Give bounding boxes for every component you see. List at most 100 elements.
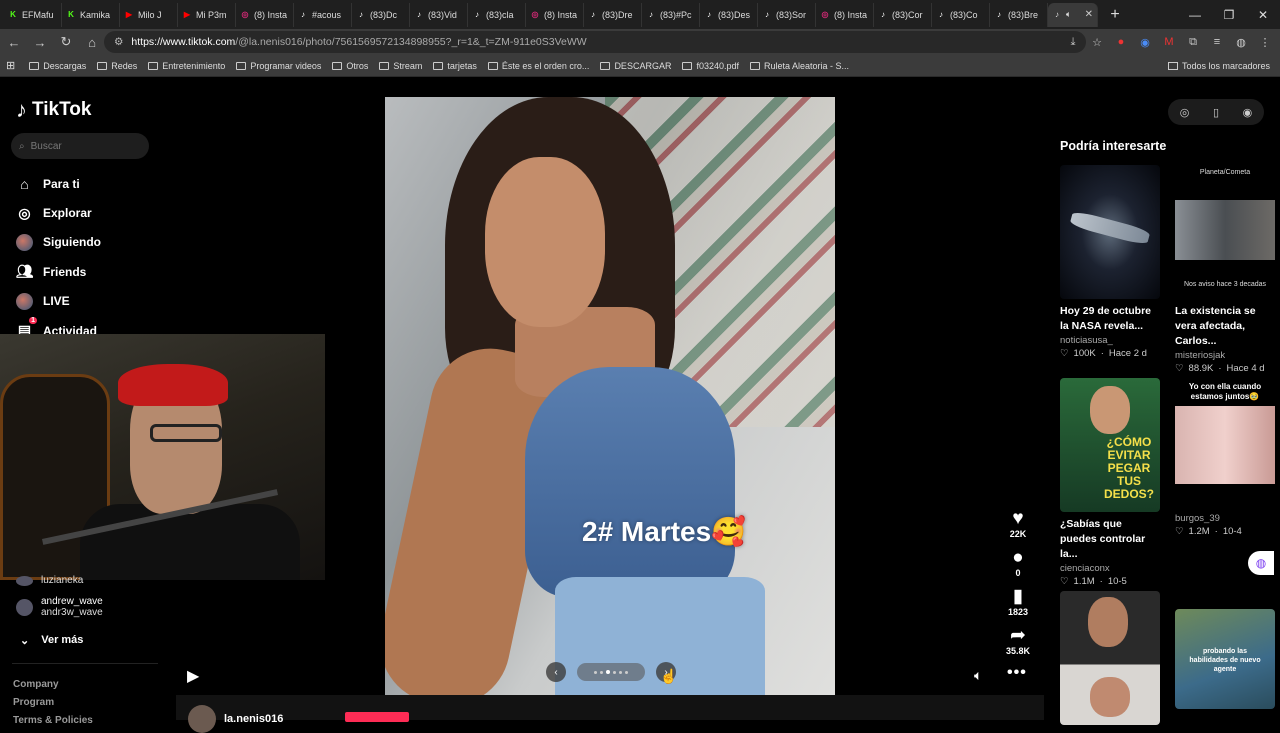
device-icon[interactable]: ▯ <box>1213 106 1219 119</box>
following-item[interactable]: andrew_wave andr3w_wave <box>16 596 103 618</box>
bookmark-item[interactable]: Descargas <box>29 61 86 71</box>
browser-tab[interactable]: ♪ #acous <box>294 2 352 27</box>
site-info-icon[interactable]: ⚙ <box>114 36 123 48</box>
browser-tab[interactable]: ♪ (83)Dc <box>352 2 410 27</box>
home-browser-icon[interactable]: ⌂ <box>80 30 104 54</box>
following-item[interactable]: luzianeka <box>16 575 103 586</box>
bookmark-item[interactable]: Entretenimiento <box>148 61 225 71</box>
apps-icon[interactable]: ⊞ <box>6 59 15 72</box>
carousel-dot[interactable] <box>619 670 622 674</box>
extension-m-icon[interactable]: M <box>1160 33 1178 51</box>
browser-tab[interactable]: ♪ (83)Dre <box>584 2 642 27</box>
browser-tab[interactable]: ♪ (83)Co <box>932 2 990 27</box>
volume-icon[interactable]: 🔈︎ <box>974 667 982 684</box>
profile-icon[interactable]: ◍ <box>1232 33 1250 51</box>
recommended-card[interactable]: ¿CÓMO EVITAR PEGAR TUS DEDOS? ¿Sabías qu… <box>1060 378 1160 587</box>
coin-icon[interactable]: ◎ <box>1180 106 1190 119</box>
carousel-dot[interactable] <box>606 670 610 674</box>
forward-icon[interactable]: → <box>28 30 52 54</box>
bookmark-item[interactable]: f03240.pdf <box>682 61 739 71</box>
close-tab-icon[interactable]: ✕ <box>1085 9 1093 20</box>
sidebar-item-para-ti[interactable]: ⌂ Para ti <box>16 169 101 198</box>
browser-tab[interactable]: ♪ (83)cla <box>468 2 526 27</box>
sidebar-item-siguiendo[interactable]: Siguiendo <box>16 228 101 257</box>
carousel-dot[interactable] <box>594 670 597 674</box>
carousel-dot[interactable] <box>625 670 628 674</box>
all-bookmarks[interactable]: Todos los marcadores <box>1167 55 1270 77</box>
sidebar-item-friends[interactable]: 👥︎ Friends <box>16 257 101 286</box>
bookmark-item[interactable]: tarjetas <box>433 61 477 71</box>
recommended-card[interactable]: Yo con ella cuando estamos juntos🥹 burgo… <box>1175 378 1275 537</box>
sidebar-item-live[interactable]: LIVE <box>16 287 101 316</box>
bookmark-item[interactable]: Éste es el orden cro... <box>487 61 589 71</box>
bookmark-item[interactable]: DESCARGAR <box>600 61 671 71</box>
browser-tab[interactable]: K EFMafu <box>4 2 62 27</box>
card-meta: ♡ 1.2M · 10-4 <box>1175 526 1275 537</box>
browser-tab[interactable]: ▶ Mi P3m <box>178 2 236 27</box>
browser-tab[interactable]: K Kamika <box>62 2 120 27</box>
recommended-card[interactable]: probando las habilidades de nuevo agente <box>1175 609 1275 709</box>
browser-tab[interactable]: ♪ (83)Bre <box>990 2 1048 27</box>
footer-link-terms[interactable]: Terms & Policies <box>13 712 93 730</box>
carousel-dot[interactable] <box>600 670 603 674</box>
like-button[interactable]: ♥ 22K <box>1010 509 1027 548</box>
bookmark-item[interactable]: Stream <box>379 61 422 71</box>
minimize-icon[interactable]: — <box>1178 0 1212 29</box>
footer-link-program[interactable]: Program <box>13 694 93 712</box>
tab-label: (8) Insta <box>544 9 578 20</box>
post-photo[interactable]: 2# Martes🥰 <box>385 97 835 697</box>
bookmark-item[interactable]: Programar videos <box>236 61 321 71</box>
browser-tab[interactable]: ◎ (8) Insta <box>236 2 294 27</box>
browser-menu-icon[interactable]: ⋮ <box>1256 33 1274 51</box>
browser-tab[interactable]: ♪ (83)#Pc <box>642 2 700 27</box>
extensions-icon[interactable]: ⧉ <box>1184 33 1202 51</box>
bookmark-item[interactable]: Redes <box>97 61 137 71</box>
extension-red-icon[interactable]: ● <box>1112 33 1130 51</box>
url-field[interactable]: ⚙ https://www.tiktok.com/@la.nenis016/ph… <box>104 31 1086 53</box>
author-info[interactable]: la.nenis016 <box>188 705 283 733</box>
back-icon[interactable]: ← <box>2 30 26 54</box>
browser-tab[interactable]: ♪ (83)Vid <box>410 2 468 27</box>
star-icon[interactable]: ☆ <box>1088 33 1106 51</box>
restore-icon[interactable]: ❐ <box>1212 0 1246 29</box>
browser-tab[interactable]: ♪ (83)Cor <box>874 2 932 27</box>
tab-favicon-icon: ◎ <box>241 10 249 19</box>
sidebar-item-explorar[interactable]: ◎ Explorar <box>16 198 101 227</box>
browser-tab[interactable]: ◎ (8) Insta <box>526 2 584 27</box>
footer-link-company[interactable]: Company <box>13 676 93 694</box>
save-button[interactable]: ▮ 1823 <box>1008 587 1028 626</box>
tab-favicon-icon: ♪ <box>475 10 479 19</box>
follow-button[interactable] <box>345 712 409 722</box>
carousel-prev-button[interactable]: ‹ <box>546 662 566 682</box>
new-tab-icon[interactable]: + <box>1104 4 1126 26</box>
tiktok-logo[interactable]: ♪ TikTok <box>16 97 91 123</box>
webcam-overlay <box>0 334 325 580</box>
recommended-card[interactable]: Hoy 29 de octubre la NASA revela... noti… <box>1060 165 1160 359</box>
recommended-card[interactable]: Planeta/Cometa Nos aviso hace 3 decadas … <box>1175 165 1275 374</box>
browser-tab[interactable]: ♪ (83)Des <box>700 2 758 27</box>
share-button[interactable]: ➦ 35.8K <box>1006 626 1030 665</box>
recommended-card[interactable] <box>1060 591 1160 725</box>
install-app-icon[interactable]: ⤓ <box>1064 33 1082 51</box>
comment-count: 0 <box>1015 568 1021 578</box>
carousel-dot[interactable] <box>613 670 616 674</box>
extension-translate-icon[interactable]: ◉ <box>1136 33 1154 51</box>
audio-icon[interactable]: 🔈︎ <box>1066 9 1071 20</box>
search-input[interactable]: ⌕ Buscar <box>11 133 149 159</box>
close-window-icon[interactable]: ✕ <box>1246 0 1280 29</box>
author-name: la.nenis016 <box>224 713 284 725</box>
see-more-button[interactable]: ⌄ Ver más <box>20 634 83 647</box>
comment-button[interactable]: ● 0 <box>1012 548 1023 587</box>
reload-icon[interactable]: ↻ <box>54 30 78 54</box>
bookmark-item[interactable]: Ruleta Aleatoria - S... <box>750 61 849 71</box>
media-control-icon[interactable]: ≡ <box>1208 33 1226 51</box>
browser-tab-active[interactable]: ♪ 🔈︎ ✕ <box>1048 2 1098 27</box>
browser-tab[interactable]: ▶ Milo J <box>120 2 178 27</box>
more-options-icon[interactable]: ••• <box>1007 664 1027 682</box>
browser-tab[interactable]: ◎ (8) Insta <box>816 2 874 27</box>
floating-widget-button[interactable]: ◍ <box>1248 551 1274 575</box>
user-avatar-icon[interactable]: ◉ <box>1243 106 1253 119</box>
play-icon[interactable]: ▶ <box>187 666 199 686</box>
browser-tab[interactable]: ♪ (83)Sor <box>758 2 816 27</box>
bookmark-item[interactable]: Otros <box>332 61 368 71</box>
